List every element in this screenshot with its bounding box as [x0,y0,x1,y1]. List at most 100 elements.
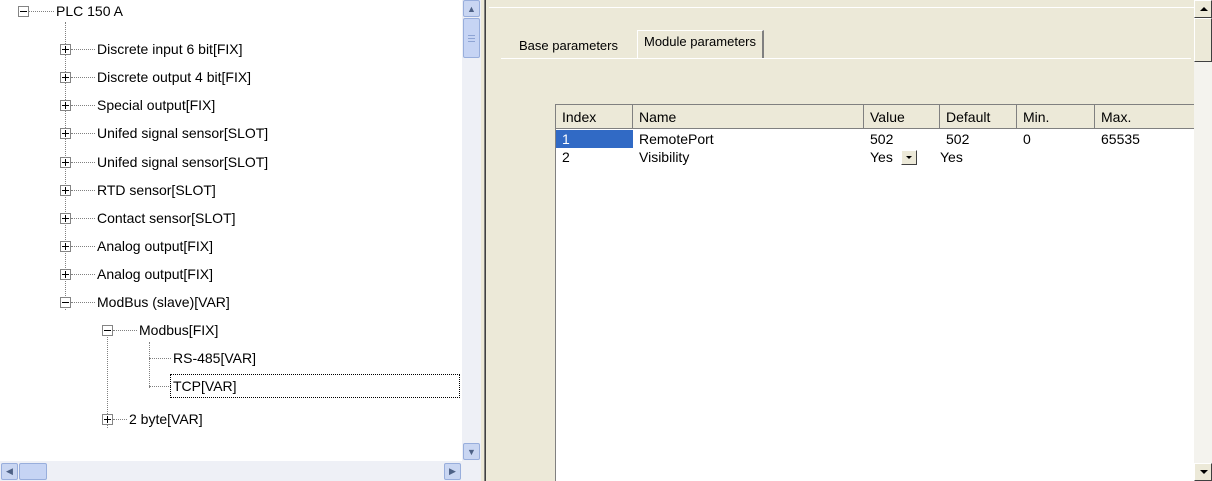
expand-icon[interactable] [60,184,71,196]
tree-connector [29,10,54,12]
tree-node-label: PLC 150 A [56,3,123,19]
column-header-min[interactable]: Min. [1017,105,1095,129]
grid-header: Index Name Value Default Min. Max. [556,105,1195,129]
tree-node-special-output[interactable]: Special output[FIX] [60,94,217,116]
tree-node-label: ModBus (slave)[VAR] [97,294,230,310]
cell-index[interactable]: 2 [556,148,633,166]
column-header-index[interactable]: Index [556,105,633,129]
scroll-up-icon[interactable]: ▲ [463,0,480,17]
cell-min [1017,148,1095,166]
scroll-thumb-horizontal[interactable] [19,463,47,480]
expand-icon[interactable] [60,127,71,139]
tree-connector [113,329,137,331]
expand-icon[interactable] [60,212,71,224]
tree-connector [71,217,95,219]
cell-index[interactable]: 1 [556,130,633,148]
tree-connector [113,418,127,420]
tree-node-unifed-signal-sensor-2[interactable]: Unifed signal sensor[SLOT] [60,151,270,173]
tab-module-parameters[interactable]: Module parameters [637,30,764,58]
table-row[interactable]: 1 RemotePort 502 502 0 65535 [556,130,1195,148]
tree-node-label: Special output[FIX] [97,97,216,113]
expand-icon[interactable] [60,268,71,280]
tree-node-modbus-slave[interactable]: ModBus (slave)[VAR] [60,291,232,313]
tree-connector [71,273,95,275]
tree-vertical-scrollbar[interactable]: ▲ ▼ [462,0,481,461]
column-header-default[interactable]: Default [940,105,1017,129]
expand-icon[interactable] [60,71,71,83]
tree-node-modbus-fix[interactable]: Modbus[FIX] [102,319,220,341]
pane-vertical-scrollbar[interactable] [1194,0,1212,481]
tree-connector [71,132,95,134]
tree-connector [71,245,95,247]
tree-connector [71,189,95,191]
tree-node-unifed-signal-sensor-1[interactable]: Unifed signal sensor[SLOT] [60,122,270,144]
scroll-down-icon[interactable]: ▼ [463,443,480,460]
cell-default: Yes [940,149,963,165]
scroll-thumb[interactable] [1194,18,1212,62]
parameters-pane: Base parameters Module parameters Index … [489,0,1212,481]
cell-name[interactable]: RemotePort [633,130,864,148]
tree-node-label: Discrete output 4 bit[FIX] [97,69,252,85]
tree-connector [71,76,95,78]
pane-top-border [489,0,1194,8]
tree-node-analog-output-2[interactable]: Analog output[FIX] [60,263,215,285]
tab-panel-border [501,58,1191,59]
tree-node-label: Analog output[FIX] [97,238,213,254]
tree-node-tcp[interactable]: TCP[VAR] [149,374,460,398]
expand-icon[interactable] [60,43,71,55]
tree-connector [149,357,171,359]
tree-node-label: 2 byte[VAR] [129,411,203,427]
tree-node-label: Contact sensor[SLOT] [97,210,236,226]
tree-view[interactable]: PLC 150 A Discrete input 6 bit[FIX] Disc… [0,0,462,461]
collapse-icon[interactable] [60,296,71,308]
tab-base-parameters[interactable]: Base parameters [513,36,624,58]
table-row[interactable]: 2 Visibility Yes Yes [556,148,1195,166]
tree-node-label: Discrete input 6 bit[FIX] [97,41,243,57]
tree-node-2-byte[interactable]: 2 byte[VAR] [102,408,205,430]
scroll-left-icon[interactable]: ◀ [1,463,18,480]
column-header-max[interactable]: Max. [1095,105,1195,129]
tree-node-discrete-input[interactable]: Discrete input 6 bit[FIX] [60,38,245,60]
tree-node-rs485[interactable]: RS-485[VAR] [149,347,258,369]
tree-node-label: Analog output[FIX] [97,266,213,282]
expand-icon[interactable] [102,413,113,425]
tree-connector [71,301,95,303]
expand-icon[interactable] [60,99,71,111]
parameters-grid[interactable]: Index Name Value Default Min. Max. 1 Rem… [555,104,1195,481]
collapse-icon[interactable] [102,324,113,336]
tree-node-label: Unifed signal sensor[SLOT] [97,125,269,141]
scroll-up-icon[interactable] [1194,0,1212,18]
tree-node-label: RTD sensor[SLOT] [97,182,216,198]
cell-value[interactable]: 502 [864,130,940,148]
expand-icon[interactable] [60,156,71,168]
column-header-value[interactable]: Value [864,105,940,129]
tree-pane: PLC 150 A Discrete input 6 bit[FIX] Disc… [0,0,481,481]
tree-connector [71,104,95,106]
tree-connector [149,385,171,387]
cell-name[interactable]: Visibility [633,148,864,166]
collapse-icon[interactable] [18,5,29,17]
column-header-name[interactable]: Name [633,105,864,129]
cell-value-text: Yes [870,149,893,165]
expand-icon[interactable] [60,240,71,252]
tree-node-analog-output-1[interactable]: Analog output[FIX] [60,235,215,257]
tree-node-label-selected: TCP[VAR] [170,374,460,398]
tree-node-root[interactable]: PLC 150 A [18,0,125,22]
pane-splitter[interactable] [481,0,489,481]
cell-min: 0 [1023,131,1031,147]
tree-horizontal-scrollbar[interactable]: ◀ ▶ [0,461,481,481]
tree-node-rtd-sensor[interactable]: RTD sensor[SLOT] [60,179,218,201]
cell-value[interactable]: Yes [864,148,940,166]
scroll-down-icon[interactable] [1194,463,1212,481]
tree-node-label: Unifed signal sensor[SLOT] [97,154,269,170]
cell-max [1095,148,1195,166]
scroll-right-icon[interactable]: ▶ [444,463,461,480]
tree-connector [71,161,95,163]
tree-node-label: RS-485[VAR] [173,350,256,366]
tree-node-contact-sensor[interactable]: Contact sensor[SLOT] [60,207,238,229]
scroll-thumb[interactable] [463,18,480,58]
dropdown-icon[interactable] [900,150,917,165]
tree-node-discrete-output[interactable]: Discrete output 4 bit[FIX] [60,66,253,88]
cell-default: 502 [946,131,970,147]
cell-max: 65535 [1101,131,1140,147]
